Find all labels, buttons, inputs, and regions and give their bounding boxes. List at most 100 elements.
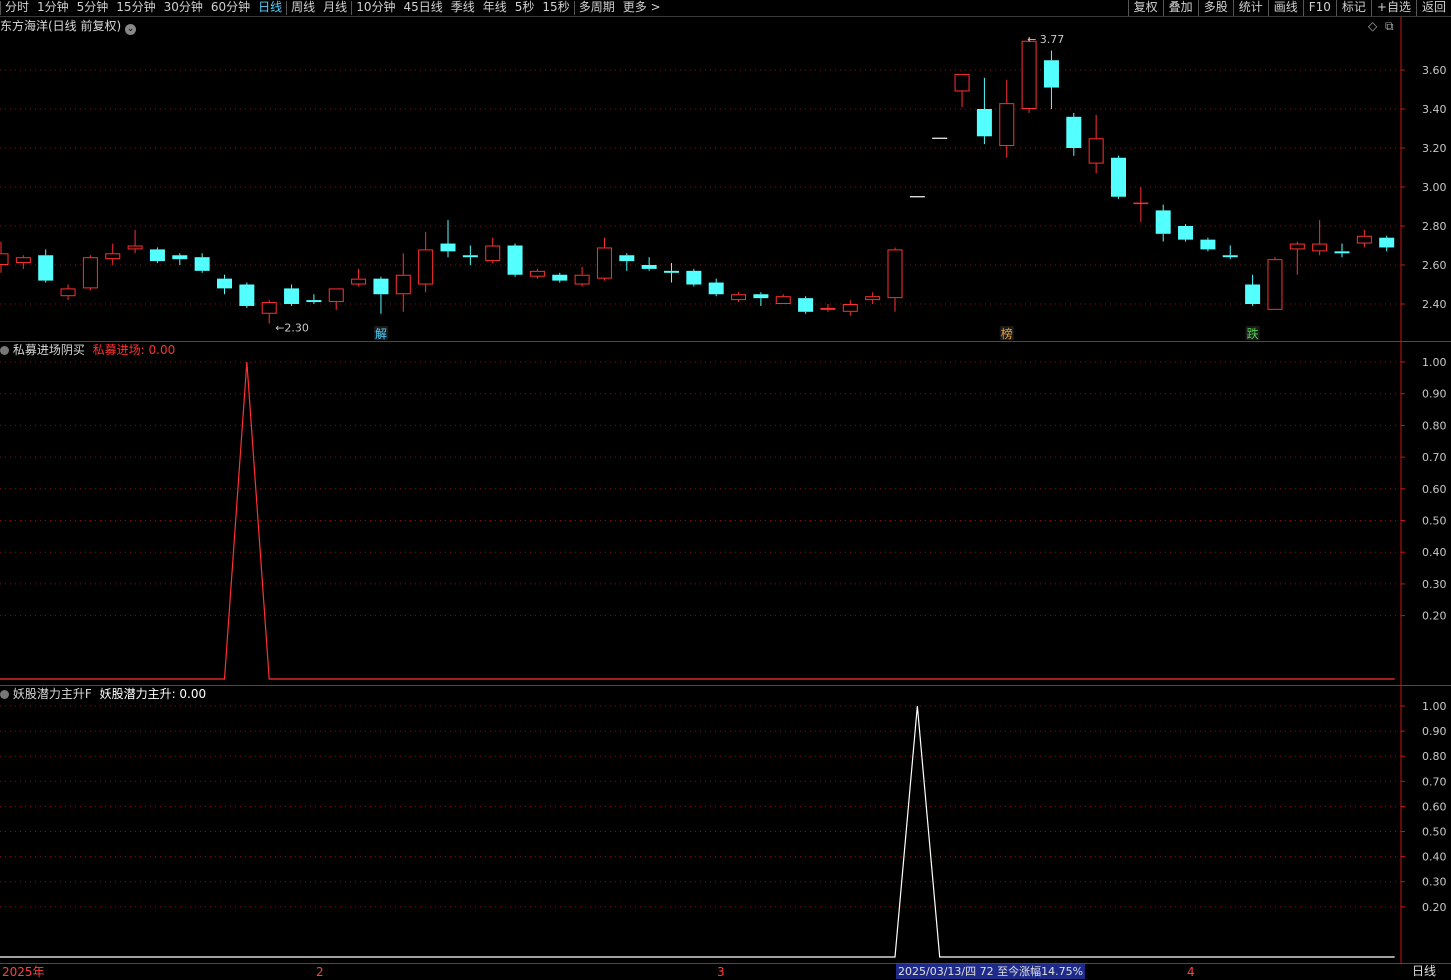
event-marker: 解 bbox=[373, 326, 388, 341]
indicator-tick-label: 0.40 bbox=[1422, 851, 1447, 864]
candle bbox=[820, 304, 836, 312]
candle-body bbox=[328, 288, 344, 303]
candle-body bbox=[798, 298, 814, 312]
candle-body bbox=[194, 257, 210, 271]
candle bbox=[887, 247, 903, 312]
period-tab[interactable]: 60分钟 bbox=[207, 0, 254, 16]
indicator1-name[interactable]: 私募进场阴买 bbox=[13, 343, 85, 357]
candle bbox=[529, 268, 545, 279]
candle-body bbox=[1088, 138, 1104, 164]
candle bbox=[38, 249, 54, 283]
candle-body bbox=[1245, 284, 1261, 304]
candle-body bbox=[1267, 259, 1283, 310]
candle bbox=[373, 276, 389, 314]
chevron-down-icon[interactable]: ⌄ bbox=[125, 24, 137, 35]
candle-body bbox=[38, 255, 54, 281]
candle-body bbox=[1021, 40, 1037, 109]
period-tab[interactable]: 1分钟 bbox=[33, 0, 73, 16]
time-axis-bar: 2025年 2 3 4 2025/03/13/四 72 至今涨幅14.75% 日… bbox=[0, 964, 1451, 980]
candle-body bbox=[775, 296, 791, 305]
candle-body bbox=[574, 274, 590, 285]
indicator-tick-label: 0.20 bbox=[1422, 610, 1447, 623]
candle-body bbox=[1289, 243, 1305, 250]
indicator-toggle-icon[interactable] bbox=[0, 690, 9, 699]
diamond-icon[interactable]: ◇ bbox=[1368, 19, 1377, 33]
period-indicator[interactable]: 日线 bbox=[1412, 964, 1436, 978]
period-tab[interactable]: 15分钟 bbox=[112, 0, 159, 16]
tool-button[interactable]: 画线 bbox=[1267, 0, 1303, 16]
period-tab[interactable]: 分时 bbox=[1, 0, 33, 16]
candle-body bbox=[731, 294, 747, 301]
tool-button[interactable]: F10 bbox=[1302, 0, 1336, 16]
candle bbox=[127, 229, 143, 254]
candle bbox=[217, 274, 232, 295]
period-tab[interactable]: 5分钟 bbox=[73, 0, 113, 16]
period-tab[interactable]: 年线 bbox=[479, 0, 511, 16]
event-marker: 跌 bbox=[1245, 326, 1260, 341]
candle-body bbox=[395, 274, 411, 295]
chart-area[interactable]: 3.60 3.40 3.20 3.00 2.80 2.60 2.40 ← 3.77 ←2.30 解… bbox=[0, 17, 1451, 964]
price-tick-label: 3.40 bbox=[1422, 103, 1447, 116]
tool-button[interactable]: 返回 bbox=[1415, 0, 1451, 16]
candle bbox=[865, 292, 881, 304]
price-tick-label: 2.60 bbox=[1422, 259, 1447, 272]
candle-body bbox=[1222, 255, 1238, 258]
indicator-tick-label: 0.70 bbox=[1422, 451, 1447, 464]
candle bbox=[1088, 114, 1104, 174]
indicator2-header: 妖股潜力主升F 妖股潜力主升: 0.00 bbox=[0, 687, 206, 701]
candle-body bbox=[641, 265, 657, 269]
candle bbox=[0, 241, 9, 273]
tool-button[interactable]: +自选 bbox=[1370, 0, 1416, 16]
x-label-month: 2 bbox=[316, 965, 324, 979]
candle bbox=[284, 284, 300, 306]
indicator-tick-label: 0.80 bbox=[1422, 419, 1447, 432]
indicator-toggle-icon[interactable] bbox=[0, 346, 9, 355]
candle bbox=[462, 245, 478, 265]
x-label-month: 3 bbox=[717, 965, 725, 979]
window-restore-icon[interactable]: ⧉ bbox=[1385, 19, 1394, 33]
tool-button[interactable]: 多股 bbox=[1197, 0, 1233, 16]
period-tab[interactable]: 10分钟 bbox=[352, 0, 399, 16]
candle-body bbox=[753, 294, 769, 299]
period-tab[interactable]: 30分钟 bbox=[160, 0, 207, 16]
candle-body bbox=[306, 300, 322, 303]
period-tab[interactable]: 周线 bbox=[287, 0, 319, 16]
indicator-tick-label: 0.60 bbox=[1422, 483, 1447, 496]
period-tab[interactable]: 15秒 bbox=[538, 0, 573, 16]
candle bbox=[731, 292, 747, 303]
candle-body bbox=[127, 245, 143, 250]
tool-button[interactable]: 统计 bbox=[1232, 0, 1268, 16]
candle bbox=[1267, 257, 1283, 310]
tool-button[interactable]: 叠加 bbox=[1162, 0, 1198, 16]
period-tab[interactable]: 月线 bbox=[319, 0, 351, 16]
candle-body bbox=[1043, 60, 1059, 88]
period-tab[interactable]: 45日线 bbox=[399, 0, 446, 16]
candle bbox=[842, 300, 858, 316]
period-tab[interactable]: 季线 bbox=[447, 0, 479, 16]
candle bbox=[552, 272, 568, 283]
candle-body bbox=[82, 257, 98, 289]
candle-body bbox=[15, 257, 31, 264]
stock-title-text: 东方海洋(日线 前复权) bbox=[0, 19, 122, 33]
tool-button[interactable]: 复权 bbox=[1127, 0, 1163, 16]
candle bbox=[1178, 224, 1194, 242]
candle-body bbox=[529, 270, 545, 277]
indicator-tick-label: 0.90 bbox=[1422, 388, 1447, 401]
candle bbox=[261, 300, 277, 324]
indicator-tick-label: 0.50 bbox=[1422, 515, 1447, 528]
candle-body bbox=[351, 278, 367, 285]
period-tab[interactable]: 5秒 bbox=[511, 0, 539, 16]
indicator1-value: 私募进场: 0.00 bbox=[92, 343, 176, 357]
candle bbox=[1111, 155, 1126, 199]
period-tab[interactable]: 多周期 bbox=[575, 0, 619, 16]
price-tick-label: 3.20 bbox=[1422, 142, 1447, 155]
candle-body bbox=[1312, 243, 1328, 252]
candle-body bbox=[149, 249, 165, 262]
indicator2-name[interactable]: 妖股潜力主升F bbox=[13, 687, 92, 701]
candle bbox=[440, 220, 456, 258]
period-tab[interactable]: 日线 bbox=[254, 0, 286, 16]
candle bbox=[149, 247, 165, 264]
period-tab[interactable]: 更多 > bbox=[619, 0, 665, 16]
tool-button[interactable]: 标记 bbox=[1335, 0, 1371, 16]
indicator-tick-label: 0.50 bbox=[1422, 826, 1447, 839]
